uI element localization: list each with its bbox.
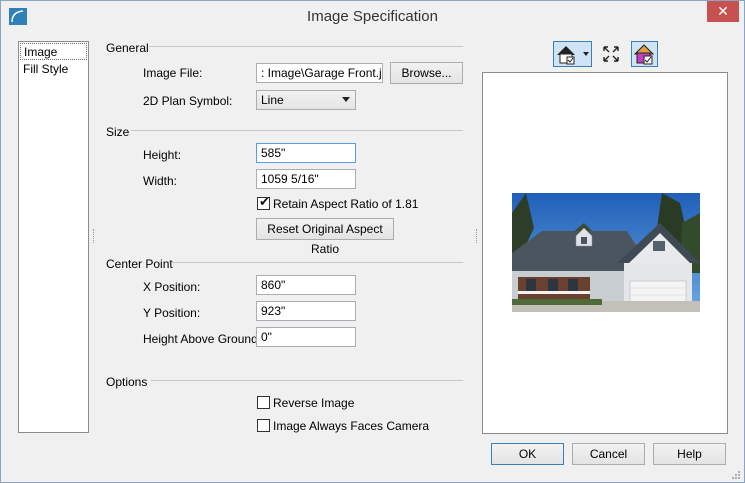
dialog-window: Image Specification ✕ Image Fill Style G… xyxy=(0,0,745,483)
image-file-field[interactable]: : Image\Garage Front.jpg xyxy=(256,63,383,83)
faces-camera-label: Image Always Faces Camera xyxy=(273,419,430,433)
color-mode-icon xyxy=(633,44,655,65)
sidebar-item-fill-style[interactable]: Fill Style xyxy=(20,61,87,78)
plan-symbol-label: 2D Plan Symbol: xyxy=(143,94,233,108)
retain-aspect-label: Retain Aspect Ratio of 1.81 xyxy=(273,197,419,211)
close-icon: ✕ xyxy=(717,3,729,19)
color-mode-button[interactable] xyxy=(631,41,658,67)
cancel-button[interactable]: Cancel xyxy=(572,443,645,465)
section-size: Size xyxy=(106,125,130,139)
checkmark-icon: ✔ xyxy=(259,194,270,209)
section-general: General xyxy=(106,41,149,55)
chevron-down-icon xyxy=(342,97,350,102)
divider xyxy=(151,380,463,381)
browse-button[interactable]: Browse... xyxy=(390,62,463,84)
faces-camera-checkbox[interactable] xyxy=(257,419,270,432)
divider xyxy=(131,130,463,131)
plan-symbol-value: Line xyxy=(261,93,284,107)
y-position-field[interactable]: 923" xyxy=(256,301,356,321)
house-photo xyxy=(512,193,700,312)
title-bar: Image Specification ✕ xyxy=(1,1,744,32)
divider xyxy=(149,46,463,47)
help-button[interactable]: Help xyxy=(653,443,726,465)
view-mode-icon xyxy=(557,46,589,65)
section-options: Options xyxy=(106,375,148,389)
height-above-ground-label: Height Above Ground: xyxy=(143,332,262,346)
fit-to-window-button[interactable] xyxy=(598,41,624,67)
reverse-image-checkbox[interactable] xyxy=(257,396,270,409)
splitter-grip[interactable] xyxy=(93,229,96,243)
height-label: Height: xyxy=(143,148,182,162)
width-label: Width: xyxy=(143,174,178,188)
height-above-ground-field[interactable]: 0" xyxy=(256,327,356,347)
category-list: Image Fill Style xyxy=(18,41,89,433)
splitter-grip[interactable] xyxy=(476,229,479,243)
ok-button[interactable]: OK xyxy=(491,443,564,465)
height-field[interactable]: 585" xyxy=(256,143,356,163)
x-position-label: X Position: xyxy=(143,280,201,294)
divider xyxy=(171,262,463,263)
close-button[interactable]: ✕ xyxy=(707,1,739,22)
retain-aspect-checkbox[interactable]: ✔ xyxy=(257,194,270,210)
dialog-title: Image Specification xyxy=(307,8,438,25)
image-file-label: Image File: xyxy=(143,66,203,80)
section-center-point: Center Point xyxy=(106,257,173,271)
reset-aspect-button[interactable]: Reset Original Aspect Ratio xyxy=(256,218,394,256)
fit-to-window-icon xyxy=(603,46,619,62)
x-position-field[interactable]: 860" xyxy=(256,275,356,295)
reverse-image-label: Reverse Image xyxy=(273,396,355,410)
view-mode-button[interactable] xyxy=(553,41,592,67)
width-field[interactable]: 1059 5/16" xyxy=(256,169,356,189)
image-preview xyxy=(482,72,728,434)
plan-symbol-select[interactable]: Line xyxy=(256,90,356,110)
sidebar-item-image[interactable]: Image xyxy=(20,43,87,60)
resize-grip-icon[interactable] xyxy=(730,469,742,481)
y-position-label: Y Position: xyxy=(143,306,201,320)
